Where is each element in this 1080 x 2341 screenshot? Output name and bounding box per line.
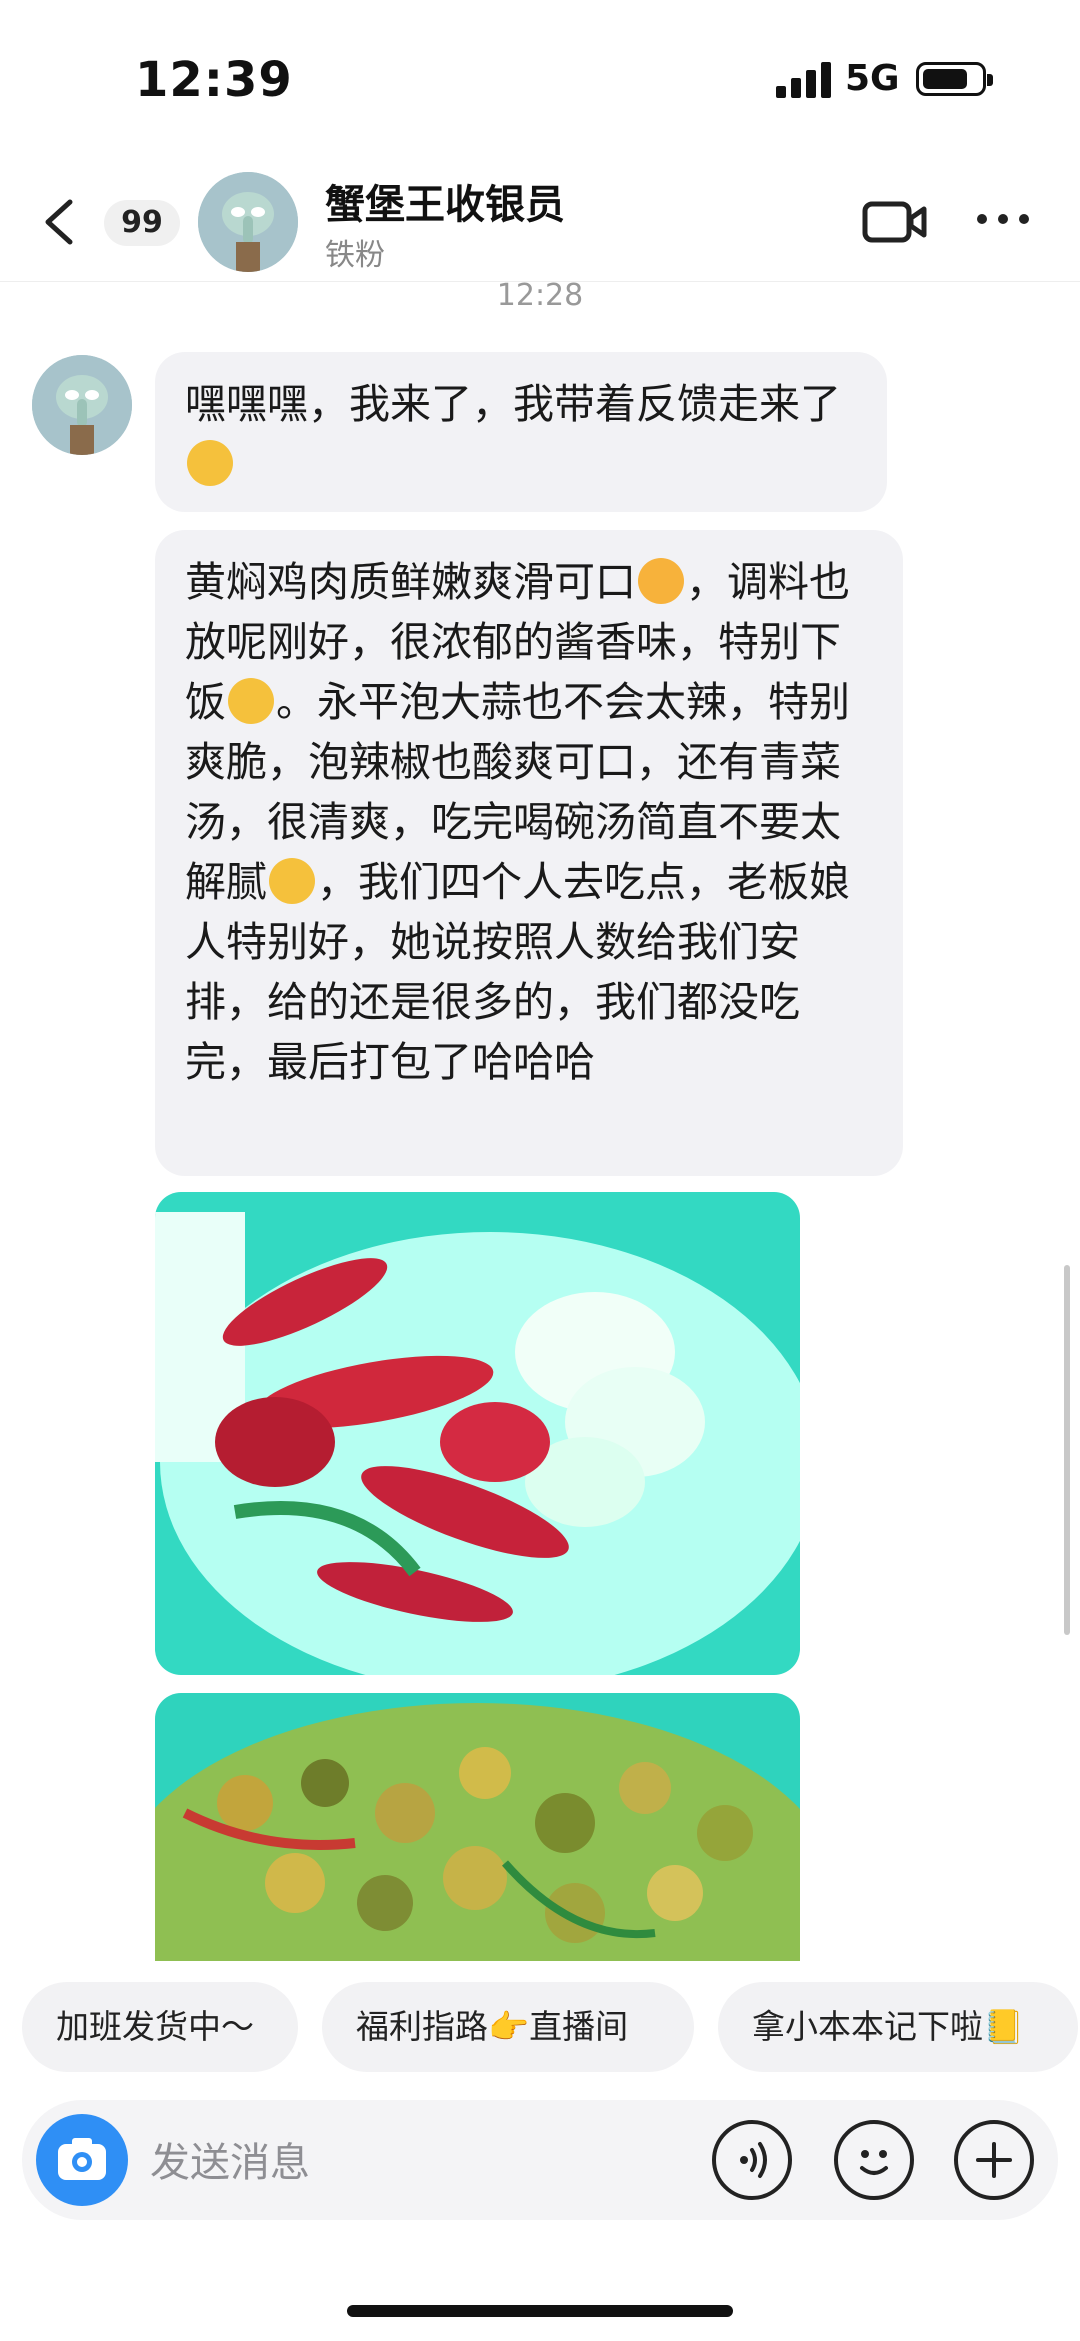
emoji-button[interactable] [834,2120,914,2200]
unread-count-badge[interactable]: 99 [104,200,180,246]
message-photo[interactable] [155,1693,800,1961]
camera-button[interactable] [36,2114,128,2206]
quick-reply-chip[interactable]: 拿小本本记下啦📒 [718,1982,1078,2072]
scrollbar[interactable] [1064,1265,1070,1635]
message-timestamp: 12:28 [496,278,584,313]
quick-reply-row: 加班发货中～ 福利指路👉直播间 拿小本本记下啦📒 [0,1982,1080,2074]
voice-icon [740,2142,767,2178]
battery-icon [916,62,993,96]
message-input-bar: 发送消息 [22,2100,1058,2220]
contact-name: 蟹堡王收银员 [325,182,565,228]
add-button[interactable] [954,2120,1034,2200]
message-bubble[interactable]: 黄焖鸡肉质鲜嫩爽滑可口 ，调料也放呢刚好，很浓郁的酱香味，特别下饭 。永平泡大蒜也不… [155,530,903,1176]
star-struck-icon [228,678,274,724]
message-input[interactable]: 发送消息 [150,2130,310,2188]
smiling-face-with-hearts-icon [638,558,684,604]
quick-reply-chip[interactable]: 加班发货中～ [22,1982,298,2072]
signal-icon [776,62,832,98]
message-bubble[interactable]: 嘿嘿嘿，我来了，我带着反馈走来了 [155,352,887,512]
home-indicator[interactable] [347,2305,733,2317]
contact-avatar[interactable] [198,172,298,272]
network-label: 5G [845,58,900,99]
face-savoring-food-icon [269,858,315,904]
status-time: 12:39 [135,52,293,108]
message-text: 嘿嘿嘿，我来了，我带着反馈走来了 [185,380,841,428]
quick-reply-chip[interactable]: 福利指路👉直播间 [322,1982,694,2072]
thinking-face-icon [187,440,233,486]
message-text: 黄焖鸡肉质鲜嫩爽滑可口 [185,558,636,606]
back-arrow-icon[interactable] [40,198,80,246]
chat-header: 99 蟹堡王收银员 铁粉 [0,150,1080,282]
emoji-icon [860,2150,888,2175]
plus-icon [976,2142,1012,2178]
camera-icon [58,2138,106,2180]
status-bar: 12:39 5G [0,0,1080,150]
more-options-icon[interactable] [975,214,1031,228]
message-photo[interactable] [155,1192,800,1675]
video-call-icon[interactable] [862,198,928,246]
voice-button[interactable] [712,2120,792,2200]
contact-subtitle: 铁粉 [325,238,385,273]
sender-avatar[interactable] [32,355,132,455]
